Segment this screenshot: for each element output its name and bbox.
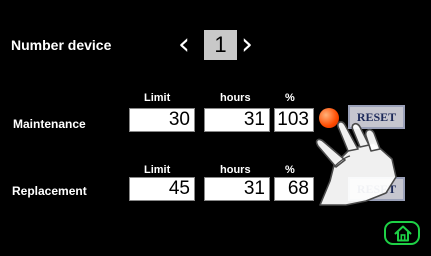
replacement-reset-button[interactable]: RESET xyxy=(348,177,405,201)
maintenance-hours-field: 31 xyxy=(204,108,270,132)
chevron-right-icon: › xyxy=(241,27,253,62)
page-title: Number device xyxy=(11,37,112,53)
replacement-hours-field: 31 xyxy=(204,177,270,201)
replacement-label: Replacement xyxy=(12,184,87,198)
maintenance-limit-field[interactable]: 30 xyxy=(129,108,195,132)
replacement-hours-header: hours xyxy=(220,164,251,176)
next-device-button[interactable]: › xyxy=(241,28,253,62)
maintenance-label: Maintenance xyxy=(13,117,86,131)
replacement-percent-field: 68 xyxy=(274,177,314,201)
chevron-left-icon: ‹ xyxy=(178,27,190,62)
replacement-limit-field[interactable]: 45 xyxy=(129,177,195,201)
home-button[interactable] xyxy=(384,221,420,245)
maintenance-percent-field: 103 xyxy=(274,108,314,132)
device-number-display: 1 xyxy=(204,30,237,60)
maintenance-percent-header: % xyxy=(285,92,295,104)
maintenance-screen: Number device ‹ 1 › Limit hours % Mainte… xyxy=(0,0,431,256)
maintenance-alarm-indicator xyxy=(319,108,339,128)
maintenance-reset-button[interactable]: RESET xyxy=(348,105,405,129)
replacement-limit-header: Limit xyxy=(144,164,171,176)
maintenance-limit-header: Limit xyxy=(144,92,171,104)
maintenance-hours-header: hours xyxy=(220,92,251,104)
prev-device-button[interactable]: ‹ xyxy=(178,28,190,62)
home-icon xyxy=(394,225,412,242)
replacement-percent-header: % xyxy=(285,164,295,176)
